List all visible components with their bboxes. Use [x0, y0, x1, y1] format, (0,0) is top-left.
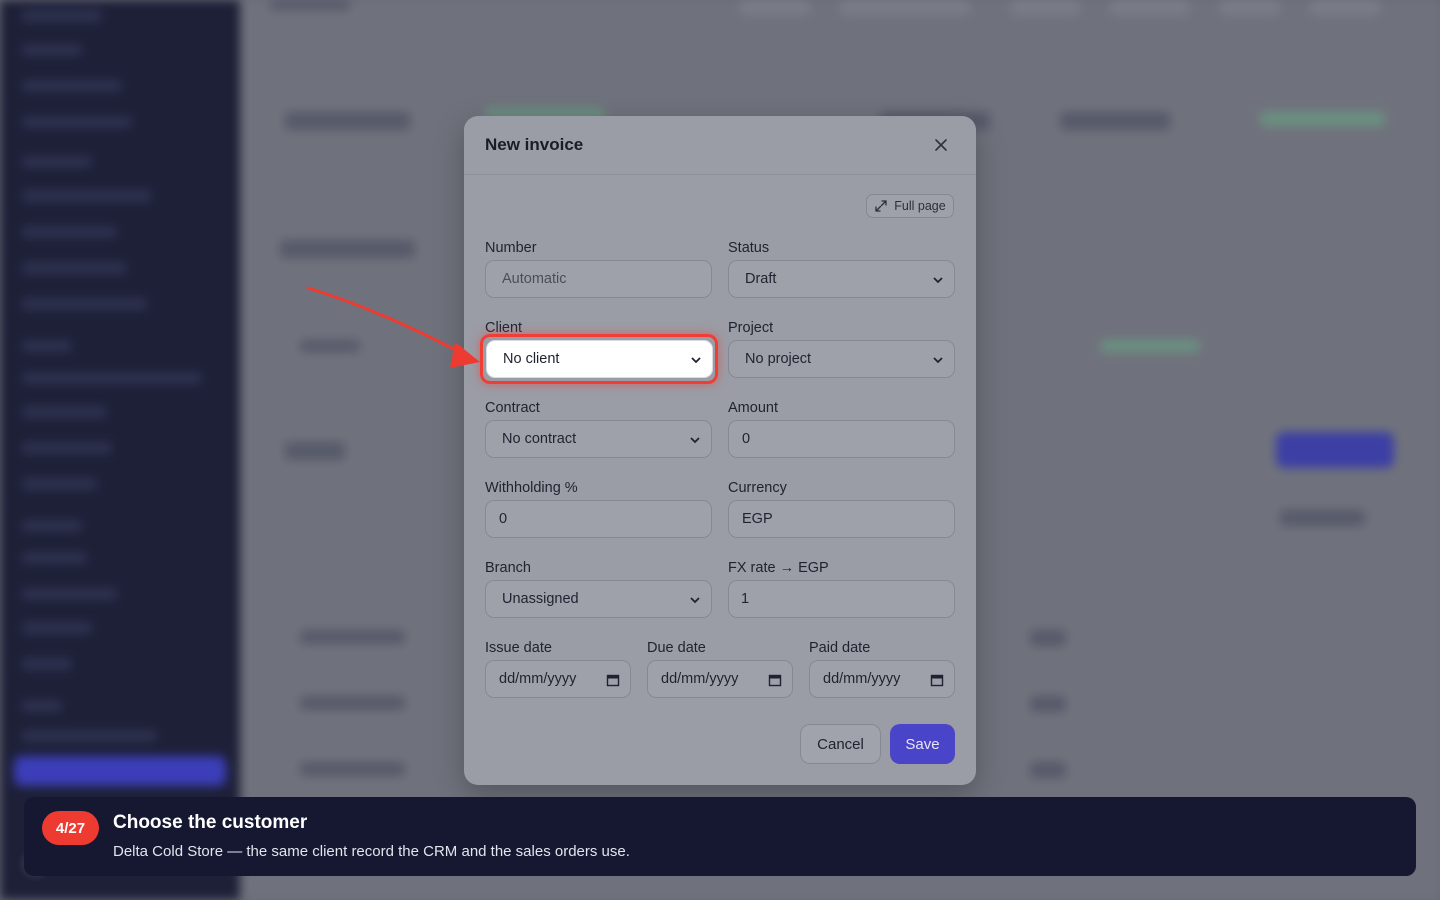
status-value: Draft	[745, 271, 777, 287]
dialog-title: New invoice	[485, 135, 584, 154]
paid-date-label: Paid date	[809, 640, 871, 656]
calendar-icon[interactable]	[930, 673, 944, 687]
chevron-down-icon	[690, 597, 700, 604]
expand-icon	[875, 200, 887, 212]
close-button[interactable]	[930, 134, 952, 156]
status-select[interactable]: Draft	[728, 260, 955, 298]
project-select[interactable]: No project	[728, 340, 955, 378]
chevron-down-icon	[933, 357, 943, 364]
due-date-field[interactable]: dd/mm/yyyy	[647, 660, 793, 698]
contract-label: Contract	[485, 400, 540, 416]
withholding-label: Withholding %	[485, 480, 578, 496]
contract-value: No contract	[502, 431, 577, 447]
project-value: No project	[745, 351, 812, 367]
contract-select[interactable]: No contract	[485, 420, 712, 458]
withholding-value: 0	[499, 511, 508, 527]
new-invoice-dialog: New invoice Full page Number Automatic S…	[464, 116, 976, 785]
fx-rate-field[interactable]: 1	[728, 580, 955, 618]
due-date-label: Due date	[647, 640, 706, 656]
branch-label: Branch	[485, 560, 531, 576]
full-page-button[interactable]: Full page	[866, 194, 954, 218]
cancel-button[interactable]: Cancel	[800, 724, 881, 764]
chevron-down-icon	[690, 437, 700, 444]
full-page-label: Full page	[894, 199, 946, 213]
dialog-header: New invoice	[464, 116, 976, 175]
paid-date-field[interactable]: dd/mm/yyyy	[809, 660, 955, 698]
calendar-icon[interactable]	[768, 673, 782, 687]
amount-value: 0	[742, 431, 751, 447]
withholding-field[interactable]: 0	[485, 500, 712, 538]
tour-title: Choose the customer	[113, 812, 308, 833]
client-select[interactable]: No client	[486, 340, 713, 378]
chevron-down-icon	[933, 277, 943, 284]
amount-field[interactable]: 0	[728, 420, 955, 458]
tour-arrow-pointer	[306, 286, 480, 368]
number-label: Number	[485, 240, 537, 256]
chevron-down-icon	[691, 357, 701, 364]
issue-date-label: Issue date	[485, 640, 552, 656]
number-field[interactable]: Automatic	[485, 260, 712, 298]
tour-step-badge: 4/27	[42, 811, 99, 845]
amount-label: Amount	[728, 400, 778, 416]
issue-date-value: dd/mm/yyyy	[499, 671, 577, 687]
number-placeholder: Automatic	[502, 271, 567, 287]
currency-label: Currency	[728, 480, 787, 496]
client-value: No client	[503, 351, 560, 367]
currency-field[interactable]: EGP	[728, 500, 955, 538]
status-label: Status	[728, 240, 770, 256]
calendar-icon[interactable]	[606, 673, 620, 687]
fx-rate-value: 1	[741, 591, 750, 607]
branch-select[interactable]: Unassigned	[485, 580, 712, 618]
due-date-value: dd/mm/yyyy	[661, 671, 739, 687]
branch-value: Unassigned	[502, 591, 579, 607]
close-icon	[935, 139, 947, 151]
currency-value: EGP	[742, 511, 773, 527]
fx-rate-label: FX rate → EGP	[728, 560, 829, 576]
project-label: Project	[728, 320, 774, 336]
tour-banner: 4/27 Choose the customer Delta Cold Stor…	[24, 797, 1416, 876]
tour-description: Delta Cold Store — the same client recor…	[113, 843, 630, 860]
save-button[interactable]: Save	[890, 724, 955, 764]
paid-date-value: dd/mm/yyyy	[823, 671, 901, 687]
issue-date-field[interactable]: dd/mm/yyyy	[485, 660, 631, 698]
